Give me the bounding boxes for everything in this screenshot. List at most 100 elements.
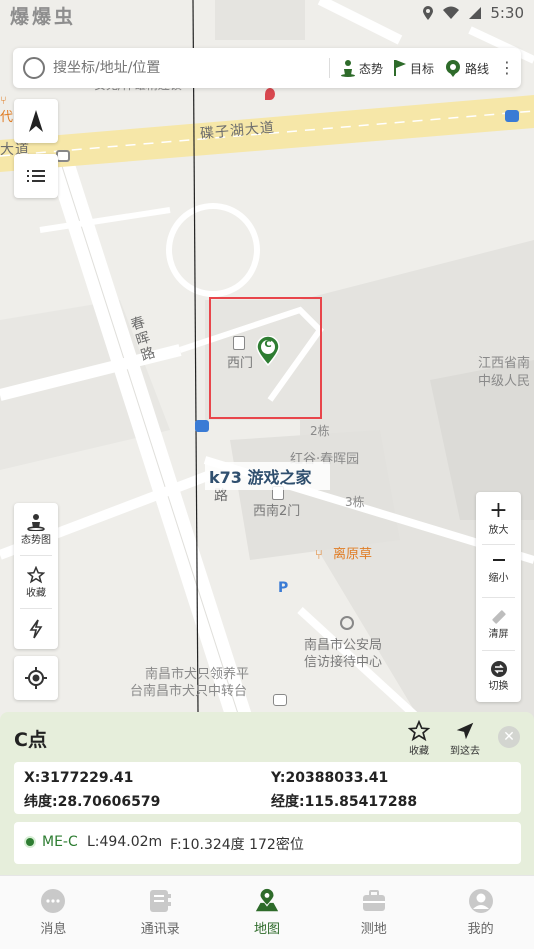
search-input[interactable] xyxy=(53,60,329,76)
situation-label: 态势 xyxy=(358,61,383,76)
favorite-point-label: 收藏 xyxy=(409,746,429,757)
flag-icon xyxy=(393,60,406,76)
bus-stop-icon-right xyxy=(505,110,519,122)
zoom-out-label: 缩小 xyxy=(488,572,509,584)
marker-letter: C xyxy=(264,339,272,350)
favorite-point-button[interactable]: 收藏 xyxy=(408,720,430,757)
favorite-list-label: 收藏 xyxy=(26,587,46,599)
map-label-station-2: 台南昌市犬只中转台 xyxy=(130,684,248,699)
location-icon xyxy=(423,6,434,20)
bus-stop-icon-left xyxy=(56,150,70,162)
coord-latitude: 纬度:28.70606579 xyxy=(24,794,161,810)
route-label: 路线 xyxy=(464,61,489,76)
status-bar: 爆爆虫 5:30 xyxy=(0,0,534,30)
swap-icon xyxy=(490,660,507,677)
nav-label-messages: 消息 xyxy=(40,922,67,937)
briefcase-icon xyxy=(361,888,387,914)
left-toolbox: 态势图 收藏 xyxy=(14,503,58,649)
map-label-left-cut: 代 xyxy=(0,110,14,125)
close-icon[interactable]: ✕ xyxy=(498,726,520,748)
bearing-value: F:10.324度 172密位 xyxy=(170,837,304,853)
list-icon xyxy=(27,170,45,182)
map-label-building-2: 2栋 xyxy=(310,424,330,438)
map-label-station-1: 南昌市犬只领养平 xyxy=(145,667,250,682)
poi-bottom-icon xyxy=(273,694,287,706)
point-c-marker[interactable]: C xyxy=(255,336,281,366)
poi-left-icon: ⑂ xyxy=(0,94,7,107)
route-pin-icon xyxy=(445,60,460,77)
map-label-police-2: 信访接待中心 xyxy=(304,655,383,670)
coordinates-card: X:3177229.41 Y:20388033.41 纬度:28.7060657… xyxy=(14,762,521,814)
user-icon xyxy=(468,888,494,914)
zoom-in-label: 放大 xyxy=(488,524,509,536)
map-canvas[interactable]: 碟子湖大道 大道 春晖路 路 ·安苑/佯雄精连锁 代 西门 2栋 红谷·春晖园 … xyxy=(0,0,534,720)
nav-label-map: 地图 xyxy=(253,922,280,937)
nav-item-map[interactable]: 地图 xyxy=(214,876,321,949)
compass-button[interactable] xyxy=(14,99,58,143)
nav-item-contacts[interactable]: 通讯录 xyxy=(107,876,214,949)
nav-item-messages[interactable]: 消息 xyxy=(0,876,107,949)
coord-longitude: 经度:115.85417288 xyxy=(271,794,418,810)
contacts-icon xyxy=(147,888,173,914)
nav-item-profile[interactable]: 我的 xyxy=(427,876,534,949)
map-label-building-3: 3栋 xyxy=(345,495,365,509)
clear-screen-label: 清屏 xyxy=(488,628,509,640)
parking-icon: P xyxy=(278,580,289,596)
clear-screen-button[interactable]: 清屏 xyxy=(476,598,521,650)
search-divider xyxy=(328,58,330,78)
status-app-name: 爆爆虫 xyxy=(10,6,77,28)
favorite-list-button[interactable]: 收藏 xyxy=(14,556,58,608)
poi-pin-icon xyxy=(265,88,275,100)
map-pin-icon xyxy=(254,888,280,914)
me-name: ME-C xyxy=(42,834,78,850)
map-label-police-1: 南昌市公安局 xyxy=(304,638,383,653)
map-label-right-1: 江西省南 xyxy=(478,356,531,371)
chat-bubble-icon xyxy=(40,888,66,914)
search-icon[interactable] xyxy=(23,57,45,79)
person-pin-icon xyxy=(340,60,355,77)
target-label: 目标 xyxy=(409,61,434,76)
zoom-out-button[interactable]: 缩小 xyxy=(476,545,521,597)
restaurant-icon: ⑂ xyxy=(315,548,323,563)
more-icon[interactable]: ⋮ xyxy=(499,60,515,76)
star-icon xyxy=(408,720,430,742)
bus-stop-icon xyxy=(195,420,209,432)
police-icon xyxy=(340,616,354,630)
coord-x: X:3177229.41 xyxy=(24,770,134,786)
distance-value: L:494.02m xyxy=(87,834,163,850)
distance-card: ME-C L:494.02m F:10.324度 172密位 xyxy=(14,822,521,864)
signal-icon xyxy=(469,7,482,19)
nav-label-profile: 我的 xyxy=(467,922,494,937)
navigate-here-button[interactable]: 到这去 xyxy=(450,720,480,757)
navigation-arrow-icon xyxy=(456,722,474,740)
point-info-panel: C点 收藏 到这去 ✕ X:3177229.41 Y:20388033.41 纬… xyxy=(0,712,534,875)
watermark-text: k73 游戏之家 xyxy=(209,468,312,487)
status-time: 5:30 xyxy=(490,4,524,22)
plus-icon: + xyxy=(489,497,508,523)
locate-icon xyxy=(25,667,47,689)
star-icon xyxy=(27,565,45,583)
nav-item-survey[interactable]: 测地 xyxy=(320,876,427,949)
situation-map-button[interactable]: 态势图 xyxy=(14,503,58,555)
flash-button[interactable] xyxy=(14,609,58,649)
route-button[interactable]: 路线 xyxy=(444,59,489,77)
right-toolbox: + 放大 缩小 清屏 切换 xyxy=(476,492,521,702)
layer-list-button[interactable] xyxy=(14,154,58,198)
map-label-restaurant: 离原草 xyxy=(333,547,373,562)
point-title: C点 xyxy=(14,729,47,751)
compass-icon xyxy=(29,110,43,132)
target-button[interactable]: 目标 xyxy=(393,59,434,77)
situation-button[interactable]: 态势 xyxy=(340,59,383,77)
nav-label-contacts: 通讯录 xyxy=(140,922,180,937)
watermark: k73 游戏之家 xyxy=(205,462,330,490)
map-label-gate-sw2: 西南2门 xyxy=(253,504,301,519)
wifi-icon xyxy=(443,6,460,19)
nav-label-survey: 测地 xyxy=(360,922,387,937)
zoom-in-button[interactable]: + 放大 xyxy=(476,492,521,544)
me-dot-icon xyxy=(26,838,34,846)
coord-y: Y:20388033.41 xyxy=(271,770,389,786)
lightning-icon xyxy=(29,619,43,639)
switch-button[interactable]: 切换 xyxy=(476,651,521,701)
locate-button[interactable] xyxy=(14,656,58,700)
minus-icon xyxy=(492,558,505,561)
